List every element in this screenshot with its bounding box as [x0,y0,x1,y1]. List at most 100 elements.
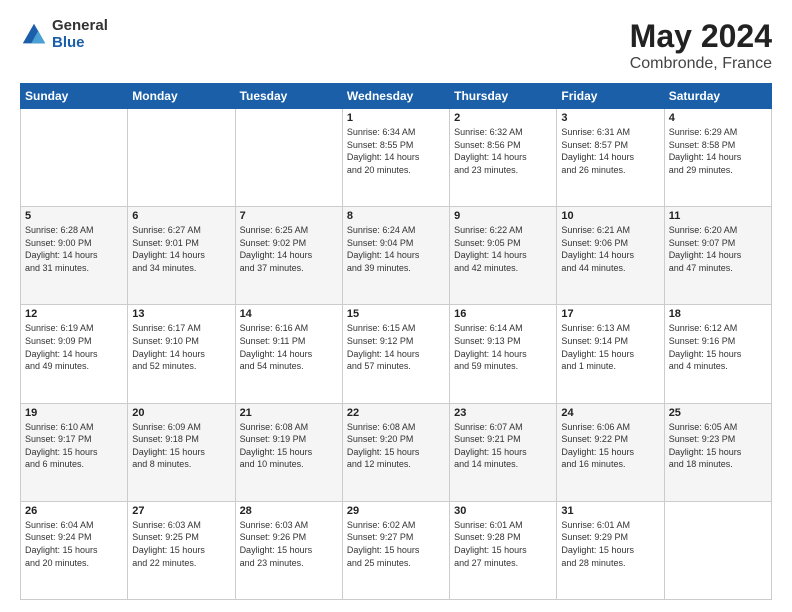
calendar-cell: 12 Sunrise: 6:19 AM Sunset: 9:09 PM Dayli… [21,305,128,403]
day-number: 9 [454,210,552,222]
calendar-cell: 24 Sunrise: 6:06 AM Sunset: 9:22 PM Dayli… [557,403,664,501]
calendar-cell: 9 Sunrise: 6:22 AM Sunset: 9:05 PM Daylig… [450,207,557,305]
calendar-cell: 7 Sunrise: 6:25 AM Sunset: 9:02 PM Daylig… [235,207,342,305]
day-number: 28 [240,505,338,517]
calendar-cell: 6 Sunrise: 6:27 AM Sunset: 9:01 PM Daylig… [128,207,235,305]
day-info: Sunrise: 6:06 AM Sunset: 9:22 PM Dayligh… [561,422,634,470]
calendar-cell: 13 Sunrise: 6:17 AM Sunset: 9:10 PM Dayli… [128,305,235,403]
calendar-cell: 31Sunrise: 6:01 AM Sunset: 9:29 PM Dayli… [557,501,664,599]
calendar-day-header: Saturday [664,84,771,109]
day-number: 4 [669,112,767,124]
calendar-cell: 19 Sunrise: 6:10 AM Sunset: 9:17 PM Dayli… [21,403,128,501]
calendar-cell: 16 Sunrise: 6:14 AM Sunset: 9:13 PM Dayli… [450,305,557,403]
day-info: Sunrise: 6:10 AM Sunset: 9:17 PM Dayligh… [25,422,98,470]
day-info: Sunrise: 6:03 AM Sunset: 9:26 PM Dayligh… [240,520,313,568]
day-number: 1 [347,112,445,124]
calendar-cell: 2 Sunrise: 6:32 AM Sunset: 8:56 PM Daylig… [450,109,557,207]
calendar-cell [664,501,771,599]
day-number: 3 [561,112,659,124]
day-info: Sunrise: 6:25 AM Sunset: 9:02 PM Dayligh… [240,225,313,273]
day-number: 20 [132,407,230,419]
day-info: Sunrise: 6:16 AM Sunset: 9:11 PM Dayligh… [240,323,313,371]
subtitle: Combronde, France [630,55,772,73]
day-number: 23 [454,407,552,419]
day-number: 8 [347,210,445,222]
day-info: Sunrise: 6:08 AM Sunset: 9:19 PM Dayligh… [240,422,313,470]
day-number: 7 [240,210,338,222]
day-info: Sunrise: 6:04 AM Sunset: 9:24 PM Dayligh… [25,520,98,568]
day-info: Sunrise: 6:34 AM Sunset: 8:55 PM Dayligh… [347,127,420,175]
calendar-day-header: Sunday [21,84,128,109]
day-info: Sunrise: 6:02 AM Sunset: 9:27 PM Dayligh… [347,520,420,568]
calendar-header-row: SundayMondayTuesdayWednesdayThursdayFrid… [21,84,772,109]
calendar-cell: 25Sunrise: 6:05 AM Sunset: 9:23 PM Dayli… [664,403,771,501]
day-info: Sunrise: 6:20 AM Sunset: 9:07 PM Dayligh… [669,225,742,273]
day-number: 19 [25,407,123,419]
day-info: Sunrise: 6:19 AM Sunset: 9:09 PM Dayligh… [25,323,98,371]
day-info: Sunrise: 6:27 AM Sunset: 9:01 PM Dayligh… [132,225,205,273]
logo-general: General [52,18,108,35]
day-info: Sunrise: 6:14 AM Sunset: 9:13 PM Dayligh… [454,323,527,371]
day-number: 18 [669,308,767,320]
calendar-cell [128,109,235,207]
calendar-cell: 18Sunrise: 6:12 AM Sunset: 9:16 PM Dayli… [664,305,771,403]
day-info: Sunrise: 6:01 AM Sunset: 9:28 PM Dayligh… [454,520,527,568]
calendar-cell: 30 Sunrise: 6:01 AM Sunset: 9:28 PM Dayli… [450,501,557,599]
calendar-day-header: Thursday [450,84,557,109]
day-number: 26 [25,505,123,517]
calendar-cell: 5Sunrise: 6:28 AM Sunset: 9:00 PM Daylig… [21,207,128,305]
day-number: 24 [561,407,659,419]
calendar-day-header: Wednesday [342,84,449,109]
title-block: May 2024 Combronde, France [630,18,772,73]
day-number: 31 [561,505,659,517]
calendar-cell: 14 Sunrise: 6:16 AM Sunset: 9:11 PM Dayli… [235,305,342,403]
calendar-cell: 28 Sunrise: 6:03 AM Sunset: 9:26 PM Dayli… [235,501,342,599]
day-number: 21 [240,407,338,419]
header: General Blue May 2024 Combronde, France [20,18,772,73]
calendar-cell: 21 Sunrise: 6:08 AM Sunset: 9:19 PM Dayli… [235,403,342,501]
day-number: 10 [561,210,659,222]
day-info: Sunrise: 6:24 AM Sunset: 9:04 PM Dayligh… [347,225,420,273]
day-number: 6 [132,210,230,222]
logo-text: General Blue [52,18,108,51]
calendar-cell: 15Sunrise: 6:15 AM Sunset: 9:12 PM Dayli… [342,305,449,403]
calendar-cell [235,109,342,207]
day-info: Sunrise: 6:17 AM Sunset: 9:10 PM Dayligh… [132,323,205,371]
calendar-cell [21,109,128,207]
day-number: 14 [240,308,338,320]
day-number: 29 [347,505,445,517]
day-info: Sunrise: 6:29 AM Sunset: 8:58 PM Dayligh… [669,127,742,175]
day-number: 30 [454,505,552,517]
calendar-day-header: Monday [128,84,235,109]
logo-blue: Blue [52,35,108,52]
day-info: Sunrise: 6:32 AM Sunset: 8:56 PM Dayligh… [454,127,527,175]
calendar-table: SundayMondayTuesdayWednesdayThursdayFrid… [20,83,772,600]
day-info: Sunrise: 6:13 AM Sunset: 9:14 PM Dayligh… [561,323,634,371]
calendar-week-row: 1 Sunrise: 6:34 AM Sunset: 8:55 PM Daylig… [21,109,772,207]
calendar-cell: 26 Sunrise: 6:04 AM Sunset: 9:24 PM Dayli… [21,501,128,599]
day-number: 2 [454,112,552,124]
calendar-cell: 4 Sunrise: 6:29 AM Sunset: 8:58 PM Daylig… [664,109,771,207]
day-info: Sunrise: 6:31 AM Sunset: 8:57 PM Dayligh… [561,127,634,175]
day-number: 12 [25,308,123,320]
logo: General Blue [20,18,108,51]
calendar-day-header: Friday [557,84,664,109]
day-info: Sunrise: 6:03 AM Sunset: 9:25 PM Dayligh… [132,520,205,568]
day-info: Sunrise: 6:07 AM Sunset: 9:21 PM Dayligh… [454,422,527,470]
calendar-cell: 11 Sunrise: 6:20 AM Sunset: 9:07 PM Dayli… [664,207,771,305]
day-number: 16 [454,308,552,320]
calendar-cell: 17Sunrise: 6:13 AM Sunset: 9:14 PM Dayli… [557,305,664,403]
logo-icon [20,21,48,49]
day-number: 27 [132,505,230,517]
day-number: 25 [669,407,767,419]
calendar-week-row: 19 Sunrise: 6:10 AM Sunset: 9:17 PM Dayli… [21,403,772,501]
calendar-day-header: Tuesday [235,84,342,109]
day-info: Sunrise: 6:08 AM Sunset: 9:20 PM Dayligh… [347,422,420,470]
day-info: Sunrise: 6:22 AM Sunset: 9:05 PM Dayligh… [454,225,527,273]
calendar-week-row: 5Sunrise: 6:28 AM Sunset: 9:00 PM Daylig… [21,207,772,305]
day-number: 11 [669,210,767,222]
calendar-cell: 3 Sunrise: 6:31 AM Sunset: 8:57 PM Daylig… [557,109,664,207]
calendar-cell: 8 Sunrise: 6:24 AM Sunset: 9:04 PM Daylig… [342,207,449,305]
calendar-cell: 1 Sunrise: 6:34 AM Sunset: 8:55 PM Daylig… [342,109,449,207]
day-number: 13 [132,308,230,320]
